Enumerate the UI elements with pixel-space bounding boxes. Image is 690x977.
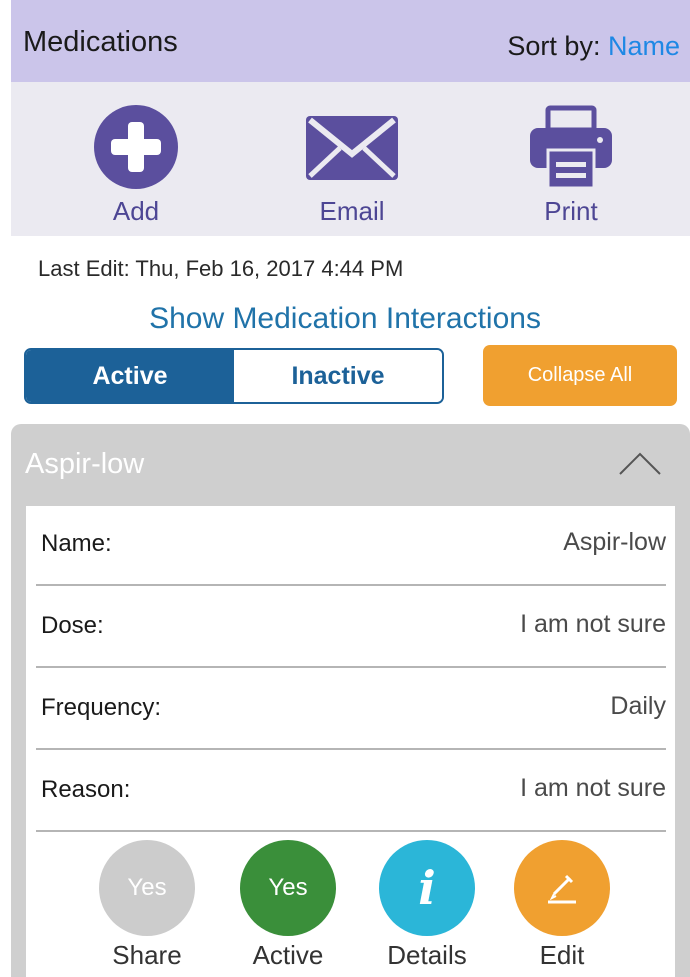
- detail-row: Reason: I am not sure: [36, 752, 666, 832]
- field-label: Reason:: [41, 776, 131, 803]
- details-button[interactable]: i Details: [372, 840, 482, 971]
- sort-value[interactable]: Name: [608, 31, 680, 61]
- field-value: I am not sure: [520, 774, 666, 802]
- field-value: I am not sure: [520, 610, 666, 638]
- print-label: Print: [544, 196, 598, 226]
- print-button[interactable]: Print: [501, 104, 641, 227]
- collapse-all-button[interactable]: Collapse All: [483, 345, 677, 406]
- header-bar: Medications Sort by: Name: [11, 0, 690, 82]
- chevron-up-icon[interactable]: [618, 450, 662, 481]
- share-badge[interactable]: Yes: [99, 840, 195, 936]
- tab-inactive[interactable]: Inactive: [234, 350, 442, 402]
- envelope-icon: [306, 116, 398, 180]
- email-label: Email: [319, 196, 385, 226]
- field-value: Daily: [610, 692, 666, 720]
- detail-row: Name: Aspir-low: [36, 506, 666, 586]
- field-label: Frequency:: [41, 694, 162, 721]
- page-title: Medications: [23, 26, 178, 58]
- info-icon[interactable]: i: [379, 840, 475, 936]
- field-label: Name:: [41, 530, 112, 557]
- sort-control[interactable]: Sort by: Name: [507, 31, 680, 62]
- add-label: Add: [112, 196, 160, 226]
- share-button[interactable]: Yes Share: [92, 840, 202, 971]
- tab-active[interactable]: Active: [26, 350, 234, 402]
- medication-card: Aspir-low Name: Aspir-low Dose: I am not…: [11, 424, 690, 977]
- medication-title: Aspir-low: [25, 448, 145, 480]
- pencil-icon[interactable]: [514, 840, 610, 936]
- add-button[interactable]: Add: [66, 104, 206, 227]
- detail-row: Dose: I am not sure: [36, 588, 666, 668]
- field-label: Dose:: [41, 612, 104, 639]
- details-label: Details: [387, 940, 467, 970]
- active-button[interactable]: Yes Active: [233, 840, 343, 971]
- toolbar: Add Email Print: [11, 82, 690, 236]
- email-button[interactable]: Email: [282, 104, 422, 227]
- active-badge[interactable]: Yes: [240, 840, 336, 936]
- field-value: Aspir-low: [563, 528, 666, 556]
- sort-label: Sort by:: [507, 31, 601, 61]
- last-edit-text: Last Edit: Thu, Feb 16, 2017 4:44 PM: [38, 256, 404, 281]
- edit-label: Edit: [539, 940, 585, 970]
- share-label: Share: [112, 940, 182, 970]
- show-interactions-link[interactable]: Show Medication Interactions: [0, 302, 690, 336]
- edit-button[interactable]: Edit: [507, 840, 617, 971]
- medication-details: Name: Aspir-low Dose: I am not sure Freq…: [26, 506, 675, 977]
- active-label: Active: [252, 940, 324, 970]
- plus-circle-icon: [94, 105, 178, 189]
- printer-icon: [530, 105, 612, 190]
- detail-row: Frequency: Daily: [36, 670, 666, 750]
- status-filter: Active Inactive: [24, 348, 444, 404]
